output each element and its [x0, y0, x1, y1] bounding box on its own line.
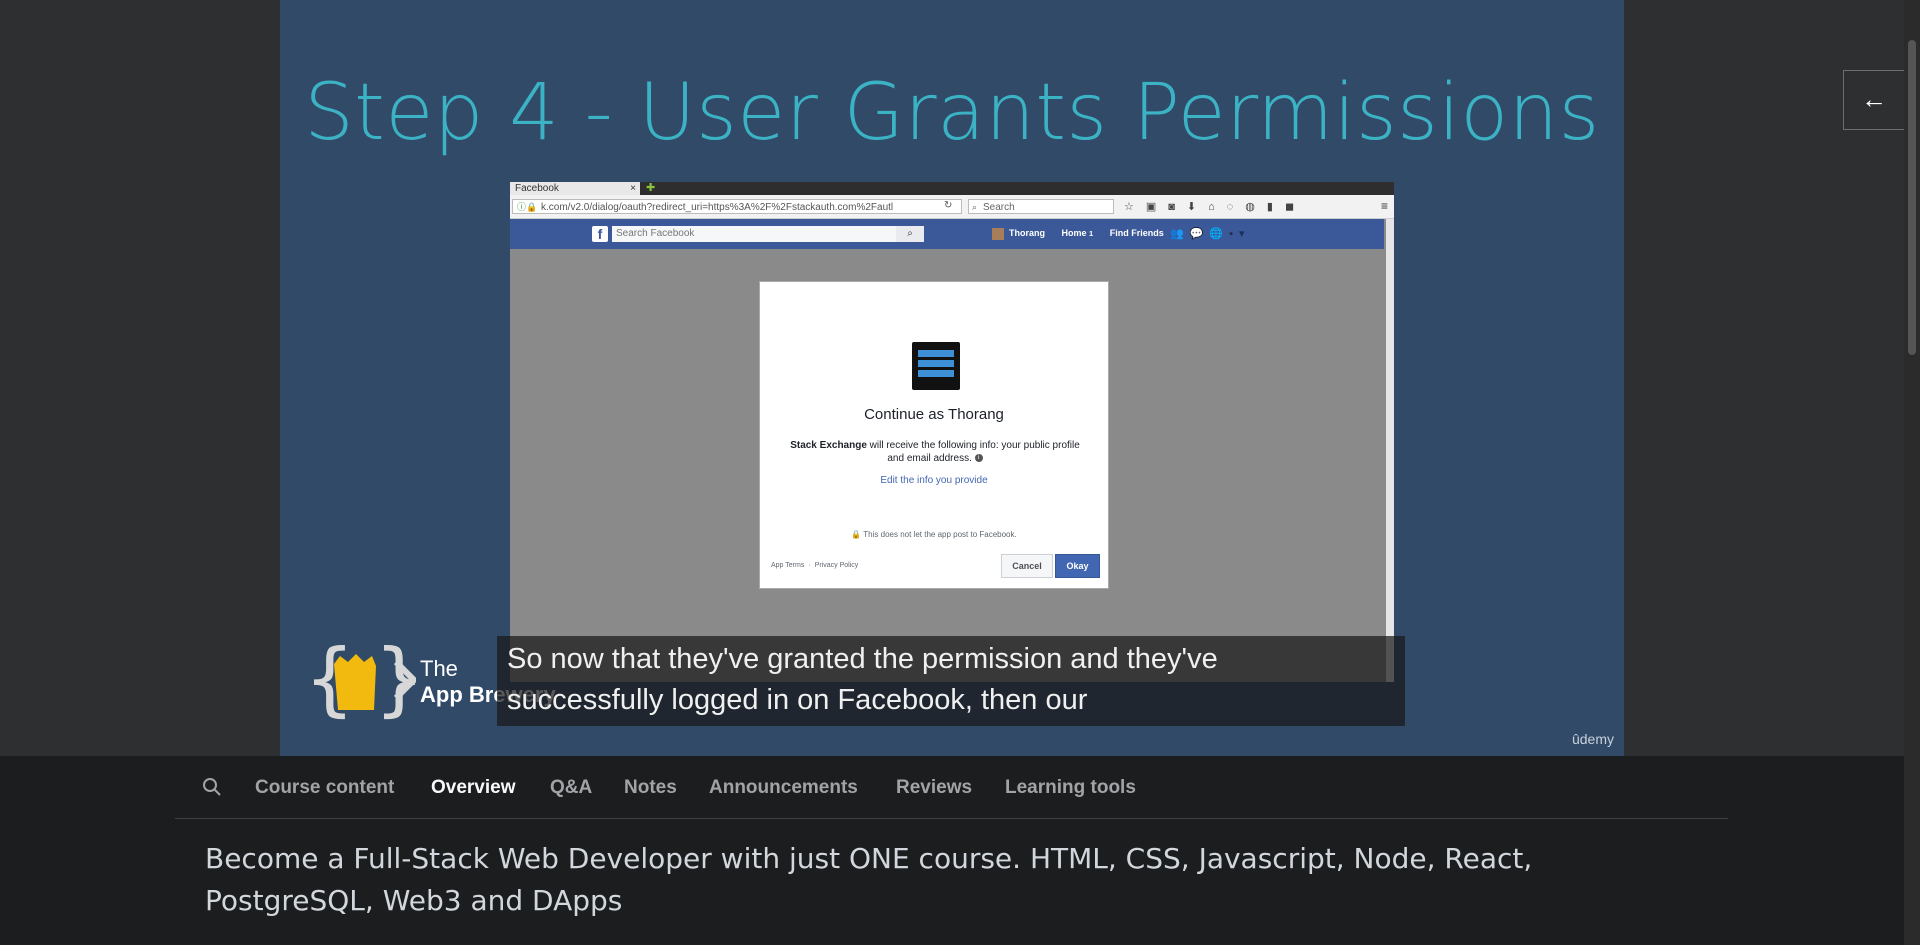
avatar — [992, 228, 1004, 240]
caption-line: So now that they've granted the permissi… — [507, 643, 1218, 675]
tab-qa[interactable]: Q&A — [550, 777, 592, 799]
search-icon: ⌕ — [972, 202, 978, 212]
tab-course-content[interactable]: Course content — [255, 777, 394, 799]
info-icon: i — [974, 454, 983, 463]
facebook-home-label: Home — [1061, 228, 1087, 239]
course-tabs: Course content Overview Q&A Notes Announ… — [175, 756, 1728, 819]
facebook-profile: Thorang — [992, 228, 1045, 240]
udemy-watermark: ûdemy — [1571, 731, 1614, 747]
close-icon: × — [630, 183, 636, 194]
facebook-user-name: Thorang — [1009, 228, 1045, 239]
okay-button: Okay — [1055, 554, 1100, 578]
brand-line-1: The — [420, 656, 458, 681]
facebook-home-link: Home 1 — [1062, 228, 1094, 238]
lock-icon: ⓘ🔒 — [517, 202, 538, 212]
page-scrollbar-thumb[interactable] — [1908, 40, 1916, 355]
dialog-note-text: This does not let the app post to Facebo… — [863, 530, 1017, 539]
browser-nav-bar: ⓘ🔒 k.com/v2.0/dialog/oauth?redirect_uri=… — [510, 195, 1394, 219]
browser-tab-bar: Facebook × ✚ — [510, 182, 1394, 195]
facebook-find-friends: Find Friends — [1109, 228, 1164, 239]
stack-exchange-logo-icon — [912, 342, 960, 390]
page-scrollbar[interactable] — [1904, 0, 1920, 945]
dialog-note: 🔒 This does not let the app post to Face… — [760, 530, 1108, 539]
tab-learning-tools[interactable]: Learning tools — [1005, 777, 1136, 799]
browser-scrollbar — [1386, 219, 1394, 682]
facebook-search-field: Search Facebook — [612, 226, 924, 242]
dialog-footer-links: App Terms · Privacy Policy — [771, 562, 858, 569]
tab-overview[interactable]: Overview — [431, 777, 516, 799]
reload-icon: ↻ — [944, 200, 953, 211]
lock-icon: 🔒 — [851, 530, 862, 539]
browser-search-field: ⌕ Search — [968, 199, 1114, 214]
facebook-search-icon: ⌕ — [896, 226, 924, 242]
arrow-left-icon: ← — [1861, 84, 1887, 114]
tab-reviews[interactable]: Reviews — [896, 777, 972, 799]
privacy-policy-link: Privacy Policy — [814, 562, 859, 569]
embedded-browser-screenshot: Facebook × ✚ ⓘ🔒 k.com/v2.0/dialog/oauth?… — [510, 182, 1394, 682]
logo-stripe — [918, 370, 954, 377]
video-player[interactable]: Step 4 - User Grants Permissions Faceboo… — [280, 0, 1624, 756]
tab-announcements[interactable]: Announcements — [709, 777, 858, 799]
dialog-body-text: will receive the following info: your pu… — [866, 440, 1080, 464]
dialog-title: Continue as Thorang — [864, 406, 1004, 423]
dialog-body: Stack Exchange will receive the followin… — [786, 439, 1084, 465]
hamburger-menu-icon: ≡ — [1380, 199, 1388, 213]
separator-dot: · — [808, 562, 811, 569]
facebook-notification-icons: 👥💬🌐▪▾ — [1170, 228, 1251, 240]
caption-line: successfully logged in on Facebook, then… — [507, 684, 1088, 716]
course-description: Become a Full-Stack Web Developer with j… — [205, 842, 1533, 917]
facebook-nav: Thorang Home 1 Find Friends — [992, 228, 1178, 240]
app-terms-link: App Terms — [771, 562, 805, 569]
browser-tab-label: Facebook — [515, 183, 559, 194]
facebook-header: f Search Facebook ⌕ Thorang Home 1 Find … — [510, 219, 1384, 249]
logo-stripe — [918, 360, 954, 367]
tab-notes[interactable]: Notes — [624, 777, 677, 799]
url-text: k.com/v2.0/dialog/oauth?redirect_uri=htt… — [541, 202, 894, 213]
app-brewery-mark-icon: { } — [304, 636, 416, 722]
video-captions: So now that they've granted the permissi… — [497, 636, 1405, 726]
cancel-button: Cancel — [1001, 554, 1053, 578]
app-name: Stack Exchange — [790, 440, 867, 451]
oauth-permission-dialog: Continue as Thorang Stack Exchange will … — [759, 281, 1109, 589]
url-bar: ⓘ🔒 k.com/v2.0/dialog/oauth?redirect_uri=… — [512, 199, 962, 214]
logo-stripe — [918, 350, 954, 357]
facebook-home-count: 1 — [1089, 229, 1094, 239]
search-icon[interactable] — [201, 776, 223, 798]
expand-sidebar-button[interactable]: ← — [1843, 70, 1905, 130]
facebook-logo-icon: f — [592, 226, 608, 242]
new-tab-icon: ✚ — [646, 182, 656, 194]
browser-search-placeholder: Search — [983, 202, 1015, 213]
slide-title: Step 4 - User Grants Permissions — [304, 68, 1600, 158]
browser-tab: Facebook × — [510, 182, 640, 195]
edit-info-link: Edit the info you provide — [880, 475, 988, 486]
toolbar-icons: ☆▣◙⬇⌂◌◍▮◼ — [1124, 201, 1307, 213]
